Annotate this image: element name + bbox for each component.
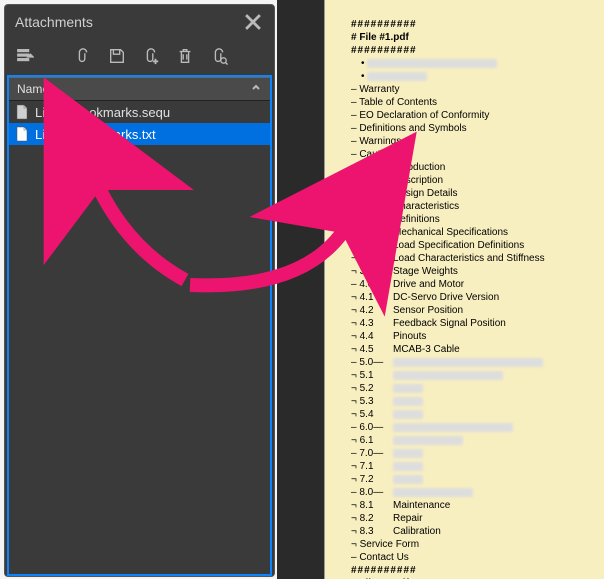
doc-line: ¬ 8.1Maintenance bbox=[351, 499, 598, 512]
attachment-row[interactable]: List of Bookmarks.sequ bbox=[9, 101, 270, 123]
doc-line: ¬ 5.1 bbox=[351, 369, 598, 382]
doc-line: – Contact Us bbox=[351, 551, 598, 564]
doc-line: – Warranty bbox=[351, 83, 598, 96]
list-options-button[interactable] bbox=[15, 46, 35, 66]
doc-line: – Caution bbox=[351, 148, 598, 161]
doc-line: • bbox=[351, 70, 598, 83]
doc-line: ¬ 4.2Sensor Position bbox=[351, 304, 598, 317]
list-column-header[interactable]: Name bbox=[9, 77, 270, 101]
doc-line: ¬ 6.1 bbox=[351, 434, 598, 447]
add-attachment-button[interactable] bbox=[141, 46, 161, 66]
column-name-label: Name bbox=[17, 82, 49, 96]
save-attachment-button[interactable] bbox=[107, 46, 127, 66]
search-attachments-button[interactable] bbox=[209, 46, 229, 66]
text-file-icon bbox=[15, 126, 29, 142]
attachment-row[interactable]: List of Bookmarks.txt bbox=[9, 123, 270, 145]
open-attachment-button[interactable] bbox=[73, 46, 93, 66]
doc-line: ¬ 3.2Mechanical Specifications bbox=[351, 226, 598, 239]
attachment-label: List of Bookmarks.sequ bbox=[35, 105, 170, 120]
document-preview: ########### File #1.pdf##########• • – W… bbox=[325, 0, 604, 579]
doc-line: – EO Declaration of Conformity bbox=[351, 109, 598, 122]
doc-line: – 3.0—Characteristics bbox=[351, 200, 598, 213]
doc-line: ¬ 4.1DC-Servo Drive Version bbox=[351, 291, 598, 304]
sequ-file-icon bbox=[15, 104, 29, 120]
doc-line: ¬ 3.5Stage Weights bbox=[351, 265, 598, 278]
doc-line: – Definitions and Symbols bbox=[351, 122, 598, 135]
doc-line: ¬ Service Form bbox=[351, 538, 598, 551]
panel-gutter bbox=[277, 0, 325, 579]
doc-line: ¬ 4.4Pinouts bbox=[351, 330, 598, 343]
attachments-toolbar bbox=[5, 39, 274, 73]
doc-line: ¬ 8.2Repair bbox=[351, 512, 598, 525]
doc-line: • bbox=[351, 57, 598, 70]
doc-line: ¬ 4.3Feedback Signal Position bbox=[351, 317, 598, 330]
attachment-label: List of Bookmarks.txt bbox=[35, 127, 156, 142]
attachments-panel: Attachments Name List of Bookmarks.se bbox=[4, 4, 275, 577]
doc-line: ¬ 8.3Calibration bbox=[351, 525, 598, 538]
doc-line: ########## bbox=[351, 44, 598, 57]
doc-line: ¬ 7.2 bbox=[351, 473, 598, 486]
doc-line: – 1.0—Introduction bbox=[351, 161, 598, 174]
doc-line: ########## bbox=[351, 18, 598, 31]
doc-line: – 6.0— bbox=[351, 421, 598, 434]
doc-line: ¬ 5.3 bbox=[351, 395, 598, 408]
doc-line: – 5.0— bbox=[351, 356, 598, 369]
sort-caret-icon bbox=[250, 82, 262, 97]
attachments-list[interactable]: Name List of Bookmarks.sequ List of Bookm… bbox=[7, 75, 272, 576]
doc-line: ¬ 2.1Design Details bbox=[351, 187, 598, 200]
doc-line: – 8.0— bbox=[351, 486, 598, 499]
doc-line: ########## bbox=[351, 564, 598, 577]
doc-line: ¬ 7.1 bbox=[351, 460, 598, 473]
doc-line: – 4.0—Drive and Motor bbox=[351, 278, 598, 291]
doc-line: – 2.0—Description bbox=[351, 174, 598, 187]
doc-line: ¬ 3.4Load Characteristics and Stiffness bbox=[351, 252, 598, 265]
doc-line: ¬ 4.5MCAB-3 Cable bbox=[351, 343, 598, 356]
doc-line: – 7.0— bbox=[351, 447, 598, 460]
doc-line: – Warnings bbox=[351, 135, 598, 148]
doc-line: # File #1.pdf bbox=[351, 31, 598, 44]
doc-line: ¬ 5.2 bbox=[351, 382, 598, 395]
doc-line: ¬ 3.3Load Specification Definitions bbox=[351, 239, 598, 252]
delete-attachment-button[interactable] bbox=[175, 46, 195, 66]
panel-header: Attachments bbox=[5, 5, 274, 39]
panel-title: Attachments bbox=[15, 14, 93, 30]
doc-line: ¬ 3.1Definitions bbox=[351, 213, 598, 226]
doc-line: – Table of Contents bbox=[351, 96, 598, 109]
close-icon[interactable] bbox=[242, 11, 264, 33]
doc-line: ¬ 5.4 bbox=[351, 408, 598, 421]
